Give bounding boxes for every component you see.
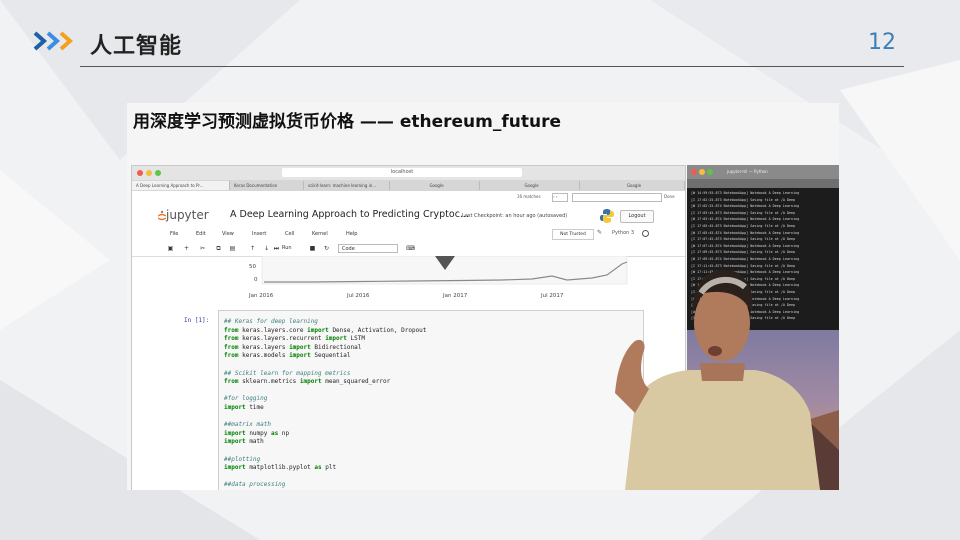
code-line: import numpy as np	[224, 429, 290, 437]
terminal-line: [W 17:05:45.874 NotebookApp] Notebook A …	[691, 230, 800, 235]
maximize-window-icon[interactable]	[707, 169, 713, 175]
video-caption: 用深度学习预测虚拟货币价格 —— ethereum_future	[133, 112, 561, 132]
jupyter-header: jupyter A Deep Learning Approach to Pred…	[132, 203, 685, 227]
arrow-down-icon[interactable]: ↓	[262, 244, 271, 253]
keyboard-icon[interactable]: ⌨	[406, 244, 415, 253]
cell-type-select[interactable]: Code	[338, 244, 398, 253]
code-line: from keras.models import Sequential	[224, 352, 351, 360]
code-line: ##matrix math	[224, 421, 271, 429]
run-icon[interactable]: ⏭	[272, 244, 281, 253]
slide-header: 人工智能 12	[0, 0, 960, 70]
terminal-line: [I 17:07:45.873 NotebookApp] Saving file…	[691, 237, 796, 242]
x-tick-label: Jan 2016	[249, 293, 274, 299]
terminal-line: [W 17:03:45.874 NotebookApp] Notebook A …	[691, 217, 800, 222]
code-line: from keras.layers import Bidirectional	[224, 343, 362, 351]
kernel-status-icon	[642, 230, 649, 237]
browser-tab[interactable]: A Deep Learning Approach to Pr...	[132, 181, 230, 190]
menu-view[interactable]: View	[222, 231, 234, 237]
save-icon[interactable]: ▣	[166, 244, 175, 253]
code-line: from keras.layers.recurrent import LSTM	[224, 335, 365, 343]
jupyter-logo-icon	[158, 210, 166, 221]
page-number: 12	[868, 30, 896, 55]
menu-help[interactable]: Help	[346, 231, 357, 237]
terminal-line: [I 17:03:45.873 NotebookApp] Saving file…	[691, 210, 796, 215]
terminal-line: [W 17:07:45.874 NotebookApp] Notebook A …	[691, 243, 800, 248]
menu-cell[interactable]: Cell	[285, 231, 294, 237]
code-line: ## Keras for deep learning	[224, 318, 318, 325]
arrow-up-icon[interactable]: ↑	[248, 244, 257, 253]
address-bar[interactable]: localhost	[282, 168, 522, 177]
terminal-line: [I 17:02:25.873 NotebookApp] Saving file…	[691, 197, 796, 202]
trust-status-button[interactable]: Not Trusted	[552, 229, 594, 240]
find-match-count: 16 matches	[517, 194, 541, 199]
browser-tab[interactable]: Keras Documentation	[230, 181, 304, 190]
browser-titlebar: localhost	[132, 166, 685, 181]
jupyter-logo-text: jupyter	[166, 208, 209, 222]
y-tick-label: 50	[249, 264, 256, 270]
menu-insert[interactable]: Insert	[252, 231, 266, 237]
terminal-title: jupyter-ml — Python	[727, 169, 768, 174]
stop-icon[interactable]: ■	[308, 244, 317, 253]
code-line: from keras.layers.core import Dense, Act…	[224, 326, 427, 334]
browser-tab-strip: A Deep Learning Approach to Pr... Keras …	[132, 180, 685, 191]
close-window-icon[interactable]	[691, 169, 697, 175]
copy-icon[interactable]: ⧉	[214, 244, 223, 253]
chevron-arrows-icon	[33, 31, 74, 51]
terminal-line: [W 17:02:25.874 NotebookApp] Notebook A …	[691, 204, 800, 209]
code-line: from sklearn.metrics import mean_squared…	[224, 378, 391, 386]
browser-window: localhost A Deep Learning Approach to Pr…	[131, 165, 686, 490]
paste-icon[interactable]: ▤	[228, 244, 237, 253]
python-logo-icon	[600, 209, 614, 223]
close-window-icon[interactable]	[137, 170, 143, 176]
cut-icon[interactable]: ✂	[198, 244, 207, 253]
header-divider	[80, 66, 904, 67]
cell-prompt: In [1]:	[184, 317, 210, 324]
presenter-video	[615, 269, 820, 490]
checkpoint-status: Last Checkpoint: an hour ago (autosaved)	[462, 213, 567, 219]
browser-tab[interactable]: Google	[480, 181, 580, 190]
plus-icon[interactable]: +	[182, 244, 191, 253]
menu-file[interactable]: File	[170, 231, 178, 237]
run-button-label[interactable]: Run	[282, 244, 292, 253]
minimize-window-icon[interactable]	[146, 170, 152, 176]
x-tick-label: Jan 2017	[443, 293, 468, 299]
y-tick-label: 0	[254, 277, 258, 283]
notebook-menubar: File Edit View Insert Cell Kernel Help	[132, 229, 685, 241]
output-plot	[261, 256, 628, 285]
terminal-tabs	[687, 179, 839, 188]
terminal-line: [W 14:59:55.873 NotebookApp] Notebook A …	[691, 191, 800, 195]
x-tick-label: Jul 2016	[347, 293, 370, 299]
browser-tab[interactable]: Google	[390, 181, 480, 190]
code-line: ##plotting	[224, 455, 261, 463]
notebook-toolbar: ▣ + ✂ ⧉ ▤ ↑ ↓ ⏭ Run ■ ↻ Code ⌨	[132, 242, 685, 257]
video-frame: 用深度学习预测虚拟货币价格 —— ethereum_future localho…	[127, 103, 839, 490]
logout-button[interactable]: Logout	[620, 210, 654, 223]
find-prev-button[interactable]: ‹ ›	[552, 193, 568, 202]
browser-tab[interactable]: Google	[580, 181, 685, 190]
terminal-titlebar: jupyter-ml — Python	[687, 165, 839, 179]
restart-icon[interactable]: ↻	[322, 244, 331, 253]
find-input[interactable]	[572, 193, 662, 202]
x-tick-label: Jul 2017	[541, 293, 564, 299]
find-bar: 16 matches ‹ › Done	[517, 191, 685, 203]
menu-kernel[interactable]: Kernel	[312, 231, 328, 237]
terminal-line: [I 17:05:45.873 NotebookApp] Saving file…	[691, 224, 796, 228]
browser-tab[interactable]: scikit-learn: machine learning in...	[304, 181, 390, 190]
checkpoint-text: Last Checkpoint: an hour ago	[462, 213, 536, 219]
notebook-title[interactable]: A Deep Learning Approach to Predicting C…	[230, 209, 469, 220]
code-line: import matplotlib.pyplot as plt	[224, 464, 337, 472]
code-line: ## Scikit learn for mapping metrics	[224, 369, 351, 377]
autosave-text: (autosaved)	[537, 213, 568, 219]
slide-title: 人工智能	[90, 34, 183, 59]
find-done-button[interactable]: Done	[664, 194, 675, 199]
menu-edit[interactable]: Edit	[196, 231, 206, 237]
code-line: import time	[224, 404, 264, 411]
minimize-window-icon[interactable]	[699, 169, 705, 175]
maximize-window-icon[interactable]	[155, 170, 161, 176]
code-line: import math	[224, 438, 264, 446]
edit-pencil-icon[interactable]: ✎	[597, 229, 602, 236]
kernel-indicator: Python 3	[612, 230, 635, 236]
code-line: ##data processing	[224, 481, 286, 489]
code-line: #for logging	[224, 395, 268, 403]
